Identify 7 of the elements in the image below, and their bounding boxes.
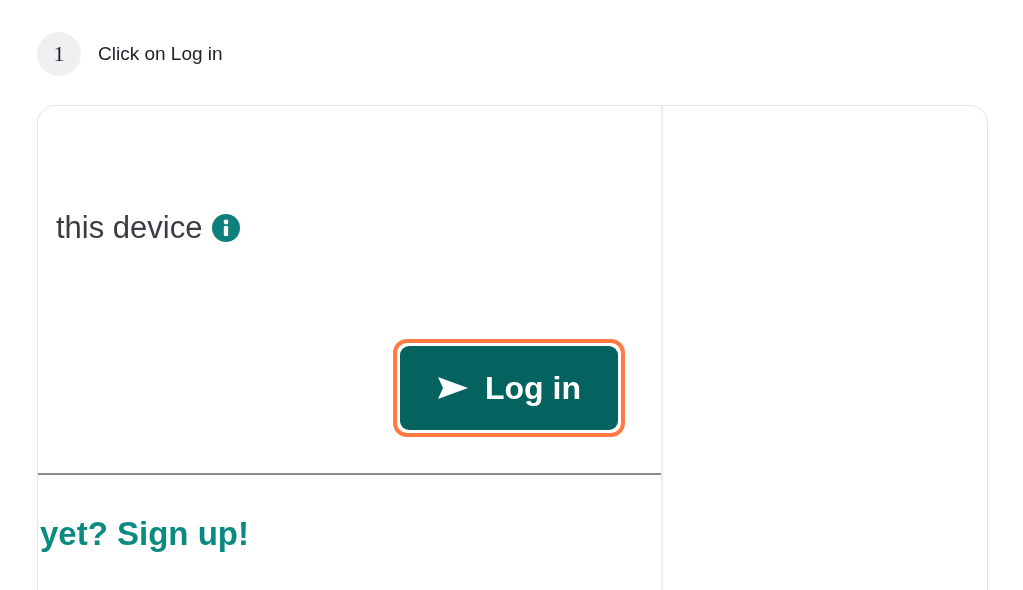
step-instruction: Click on Log in xyxy=(98,43,223,65)
signup-link[interactable]: yet? Sign up! xyxy=(40,515,249,553)
step-number: 1 xyxy=(37,32,81,76)
info-icon[interactable] xyxy=(212,214,241,242)
send-icon xyxy=(437,376,469,400)
remember-label: this device xyxy=(56,210,203,246)
login-button[interactable]: Log in xyxy=(400,346,618,430)
